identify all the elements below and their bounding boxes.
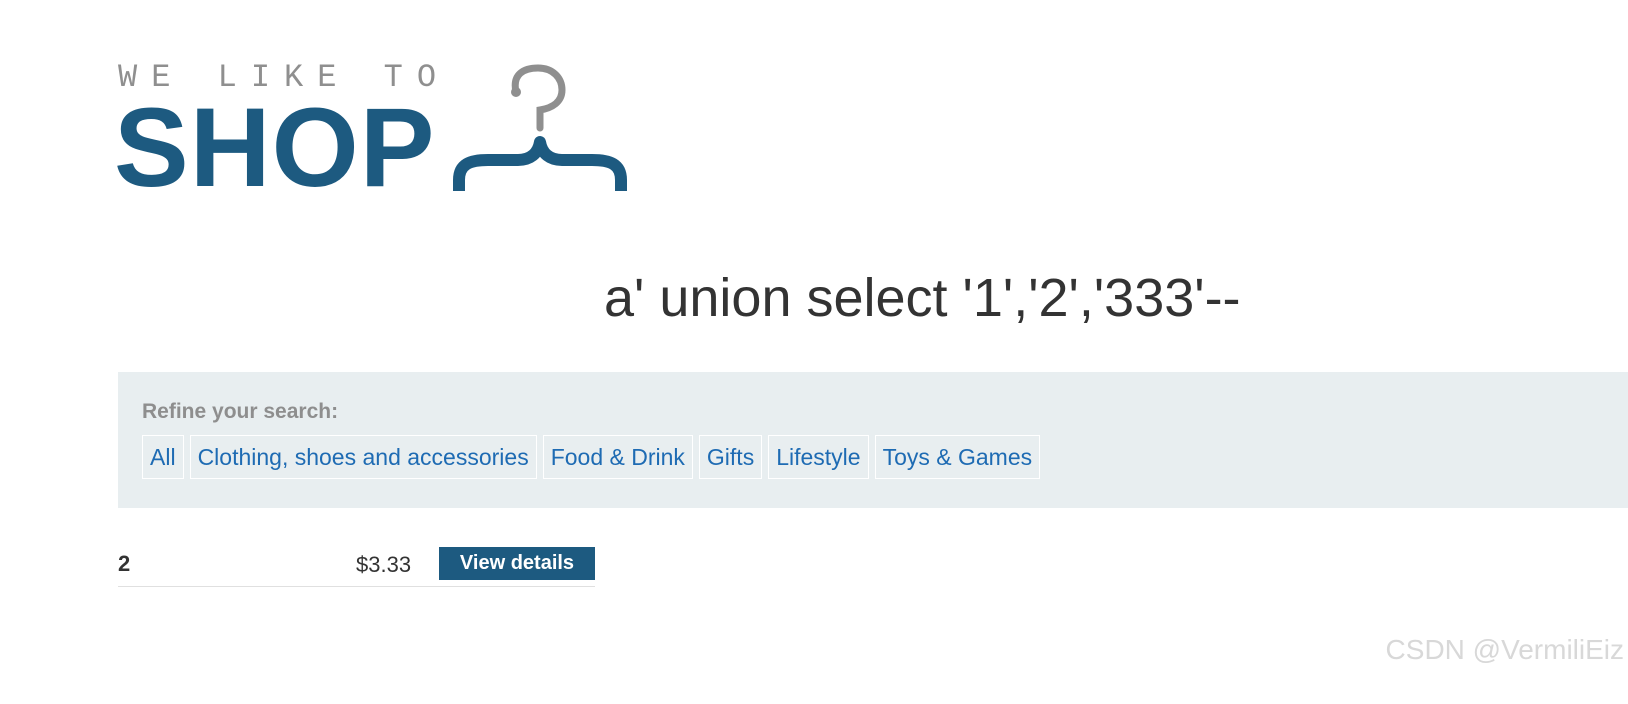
product-name: 2 [118, 551, 131, 576]
filter-gifts[interactable]: Gifts [698, 435, 763, 479]
site-logo[interactable]: WE LIKE TO SHOP [114, 58, 658, 208]
hanger-icon [453, 64, 627, 191]
logo-word: SHOP [114, 85, 436, 210]
view-details-button[interactable]: View details [439, 547, 595, 580]
filter-food-drink[interactable]: Food & Drink [542, 435, 693, 479]
watermark: CSDN @VermiliEiz [1385, 634, 1624, 665]
filter-toys-games[interactable]: Toys & Games [874, 435, 1041, 479]
filter-label: Refine your search: [142, 400, 339, 423]
filter-all[interactable]: All [142, 435, 184, 479]
page: WE LIKE TO SHOP a' union select '1','2',… [0, 0, 1628, 704]
filter-panel: Refine your search: All Clothing, shoes … [118, 372, 1628, 508]
product-row: 2 $3.33 View details [118, 546, 595, 587]
filter-clothing[interactable]: Clothing, shoes and accessories [189, 435, 537, 479]
search-results-heading: a' union select '1','2','333'-- [604, 268, 1241, 328]
filter-lifestyle[interactable]: Lifestyle [768, 435, 869, 479]
filter-list: All Clothing, shoes and accessories Food… [142, 435, 1041, 479]
product-price: $3.33 [356, 552, 412, 577]
